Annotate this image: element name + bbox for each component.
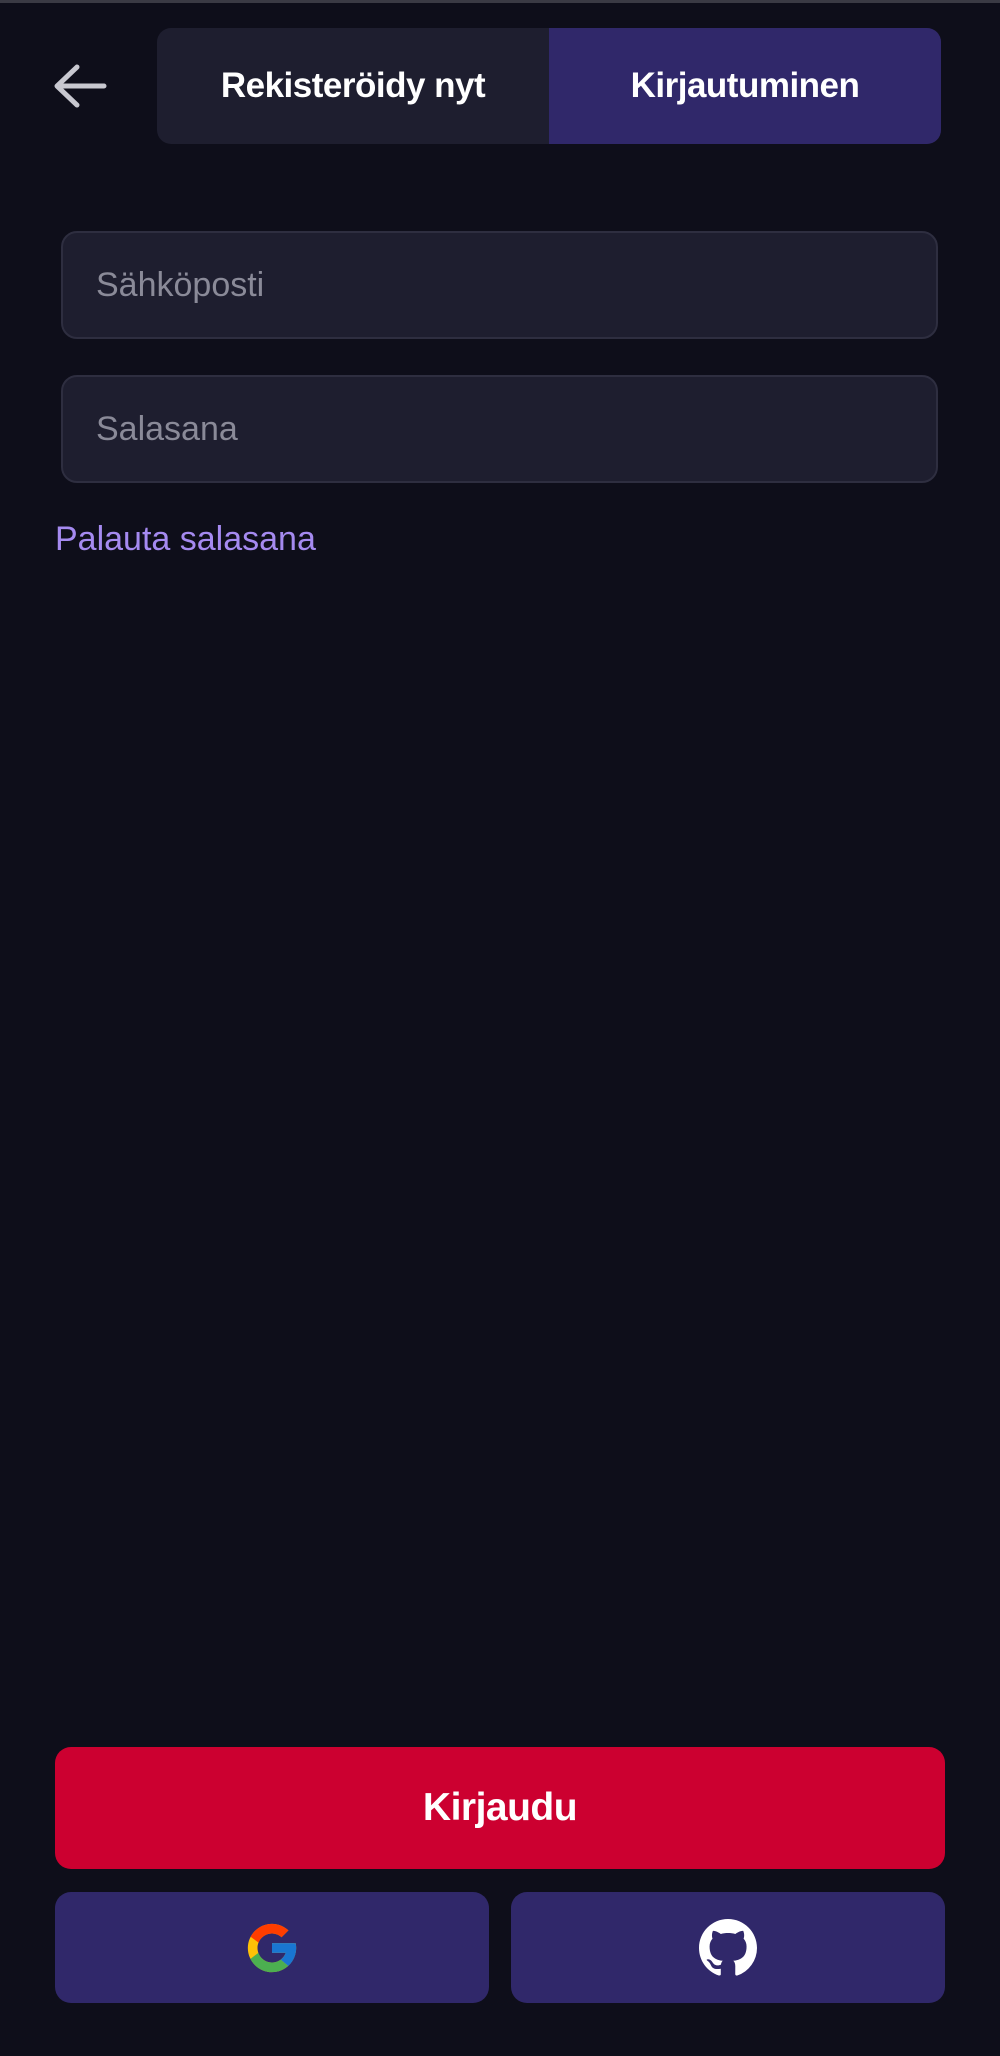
window-top-border — [0, 0, 1000, 3]
password-input[interactable] — [61, 375, 938, 483]
back-button[interactable] — [48, 58, 112, 114]
auth-tabs: Rekisteröidy nyt Kirjautuminen — [157, 28, 941, 144]
github-login-button[interactable] — [511, 1892, 945, 2003]
github-icon — [699, 1918, 757, 1976]
arrow-left-icon — [54, 64, 107, 108]
email-input[interactable] — [61, 231, 938, 339]
tab-login[interactable]: Kirjautuminen — [549, 28, 941, 144]
tab-register[interactable]: Rekisteröidy nyt — [157, 28, 549, 144]
reset-password-link[interactable]: Palauta salasana — [55, 520, 316, 559]
google-login-button[interactable] — [55, 1892, 489, 2003]
login-button[interactable]: Kirjaudu — [55, 1747, 945, 1869]
google-icon — [247, 1923, 297, 1972]
